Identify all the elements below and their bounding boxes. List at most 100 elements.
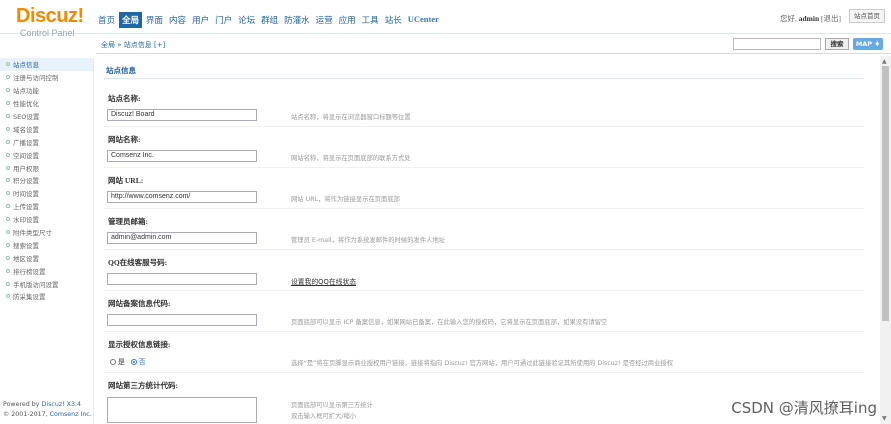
stats-textarea[interactable] (107, 397, 257, 423)
company-name-input[interactable]: Comsenz Inc. (107, 150, 257, 162)
discuz-logo[interactable]: Discuz! (16, 5, 84, 28)
nav-groups[interactable]: 群组 (259, 12, 280, 28)
sidebar-item-mobile[interactable]: 手机版访问设置 (0, 277, 93, 290)
powered-by: Powered by Discuz! X3.4 (3, 401, 81, 408)
bullet-icon (6, 62, 10, 67)
bullet-icon (6, 294, 10, 299)
scroll-up-icon[interactable]: ▲ (882, 58, 887, 65)
license-label: 显示授权信息链接: (108, 340, 171, 349)
user-info: 您好, admin [退出] (780, 13, 841, 24)
breadcrumb[interactable]: 全局 » 站点信息 [+] (101, 40, 165, 50)
bullet-icon (6, 230, 10, 235)
sidebar-item-anticrawl[interactable]: 防采集设置 (0, 290, 93, 303)
nav-home[interactable]: 首页 (96, 12, 117, 28)
nav-tools[interactable]: 工具 (360, 12, 381, 28)
bullet-icon (6, 152, 10, 157)
scroll-thumb[interactable] (882, 66, 889, 321)
nav-forum[interactable]: 论坛 (236, 12, 257, 28)
sidebar-item-seo[interactable]: SEO设置 (0, 110, 93, 123)
scrollbar[interactable]: ▲ ▼ (880, 56, 891, 424)
company-name-desc: 网站名称，将显示在页面底部的联系方式处 (291, 155, 411, 162)
logout-link[interactable]: [退出] (821, 14, 841, 23)
search-button[interactable]: 搜索 (825, 38, 849, 50)
nav-ucenter[interactable]: UCenter (406, 12, 441, 28)
control-panel-label: Control Panel (20, 28, 75, 38)
stats-hint: 双击输入框可扩大/缩小 (291, 413, 357, 420)
admin-email-desc: 管理员 E-mail，将作为系统发邮件的时候的发件人地址 (291, 237, 445, 244)
bullet-icon (6, 126, 10, 131)
bullet-icon (6, 217, 10, 222)
sidebar-item-site-info[interactable]: 站点信息 (0, 58, 93, 71)
bullet-icon (6, 165, 10, 170)
sidebar-item-upload[interactable]: 上传设置 (0, 200, 93, 213)
radio-on-icon (130, 359, 137, 365)
site-url-desc: 网站 URL，将作为链接显示在页面底部 (291, 196, 400, 203)
username: admin (798, 14, 820, 23)
version-link[interactable]: Discuz! X3.4 (42, 401, 82, 408)
bullet-icon (6, 101, 10, 106)
qq-status-link[interactable]: 设置我的QQ在线状态 (291, 276, 356, 286)
nav-founder[interactable]: 站长 (383, 12, 404, 28)
site-url-input[interactable]: http://www.comsenz.com/ (107, 191, 257, 203)
icp-input[interactable] (107, 314, 257, 326)
sidebar-item-region[interactable]: 地区设置 (0, 251, 93, 264)
bullet-icon (6, 178, 10, 183)
header: Discuz! Control Panel 首页 全局 界面 内容 用户 门户 … (0, 0, 891, 38)
divider (104, 167, 864, 168)
qq-label: QQ在线客服号码: (108, 258, 168, 267)
sidebar-item-ranking[interactable]: 排行榜设置 (0, 264, 93, 277)
map-button[interactable]: MAP ♦ (853, 38, 883, 50)
admin-email-label: 管理员邮箱: (108, 217, 148, 226)
icp-label: 网站备案信息代码: (108, 299, 171, 308)
sidebar-item-features[interactable]: 站点功能 (0, 84, 93, 97)
divider (104, 126, 864, 127)
stats-desc: 页面底部可以显示第三方统计 (291, 402, 373, 409)
nav-interface[interactable]: 界面 (144, 12, 165, 28)
sidebar-item-credits[interactable]: 积分设置 (0, 174, 93, 187)
sidebar-item-time[interactable]: 时间设置 (0, 187, 93, 200)
license-radio-yes[interactable]: 否 (130, 356, 146, 366)
search-input[interactable] (733, 38, 821, 50)
radio-off-icon (110, 359, 116, 365)
nav-antispam[interactable]: 防灌水 (282, 12, 312, 28)
bullet-icon (6, 114, 10, 118)
nav-users[interactable]: 用户 (190, 12, 211, 28)
divider (104, 372, 864, 373)
sidebar-item-space[interactable]: 空间设置 (0, 148, 93, 161)
license-radio-group: 是 否 (110, 356, 146, 366)
nav-operations[interactable]: 运营 (314, 12, 335, 28)
site-name-desc: 站点名称，将显示在浏览器窗口标题等位置 (291, 114, 411, 121)
sidebar-item-watermark[interactable]: 水印设置 (0, 213, 93, 226)
sidebar-item-register[interactable]: 注册与访问控制 (0, 71, 93, 84)
sidebar-item-search[interactable]: 搜索设置 (0, 238, 93, 251)
top-nav: 首页 全局 界面 内容 用户 门户 论坛 群组 防灌水 运营 应用 工具 站长 … (96, 12, 441, 28)
page-title: 站点信息 (106, 66, 136, 75)
divider (104, 331, 864, 332)
bullet-icon (6, 255, 10, 260)
bullet-icon (6, 204, 10, 209)
sidebar-item-domain[interactable]: 域名设置 (0, 122, 93, 135)
license-radio-no[interactable]: 是 (110, 356, 125, 366)
site-home-button[interactable]: 站点首页 (849, 9, 885, 23)
scroll-down-icon[interactable]: ▼ (882, 415, 887, 422)
nav-content[interactable]: 内容 (167, 12, 188, 28)
nav-portal[interactable]: 门户 (213, 12, 234, 28)
company-link[interactable]: Comsenz Inc. (50, 411, 92, 418)
sidebar-item-attach-types[interactable]: 附件类型尺寸 (0, 226, 93, 239)
bullet-icon (6, 242, 10, 247)
site-name-input[interactable]: Discuz! Board (107, 109, 257, 121)
divider (104, 78, 864, 79)
greeting: 您好, (779, 14, 797, 23)
nav-global[interactable]: 全局 (119, 12, 143, 28)
sidebar: 站点信息 注册与访问控制 站点功能 性能优化 SEO设置 域名设置 广播设置 空… (0, 58, 94, 424)
qq-input[interactable] (107, 273, 257, 285)
divider (104, 249, 864, 250)
admin-email-input[interactable]: admin@admin.com (107, 232, 257, 244)
bullet-icon (6, 75, 10, 80)
sidebar-item-performance[interactable]: 性能优化 (0, 97, 93, 110)
sidebar-item-broadcast[interactable]: 广播设置 (0, 135, 93, 148)
sidebar-item-user-perms[interactable]: 用户权限 (0, 161, 93, 174)
bullet-icon (6, 139, 10, 144)
bullet-icon (6, 88, 10, 93)
nav-apps[interactable]: 应用 (337, 12, 358, 28)
